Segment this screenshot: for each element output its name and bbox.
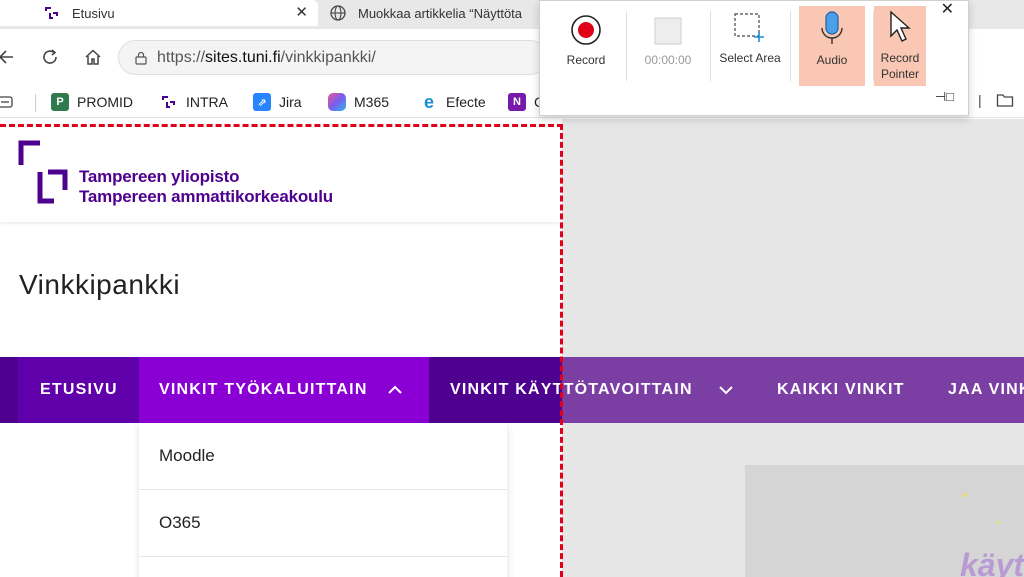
stop-icon — [654, 17, 682, 45]
logo-text-line1[interactable]: Tampereen yliopisto — [79, 167, 239, 187]
tab-muokkaa[interactable]: Muokkaa artikkelia “Näyttöta — [320, 0, 550, 26]
menu-item-vinkit-tyokaluittain[interactable]: VINKIT TYÖKALUITTAIN — [139, 357, 429, 423]
stop-button[interactable]: 00:00:00 — [635, 6, 701, 86]
screen-recorder-toolbar: Record 00:00:00 Select Area Audio Record… — [539, 0, 969, 116]
site-header: Tampereen yliopisto Tampereen ammattikor… — [0, 119, 560, 222]
tuni-logo-icon[interactable] — [18, 138, 70, 204]
microphone-icon — [821, 11, 843, 44]
bookmark-intra[interactable]: INTRA — [160, 92, 228, 112]
jira-icon: ⇗ — [253, 93, 271, 111]
menu-item-kaikki-vinkit[interactable]: KAIKKI VINKIT — [777, 357, 905, 423]
m365-icon — [328, 93, 346, 111]
dropdown-item-o365[interactable]: O365 — [139, 490, 507, 557]
site-title[interactable]: Vinkkipankki — [19, 269, 180, 301]
recording-area-border — [560, 124, 563, 577]
dropdown-item-moodle[interactable]: Moodle — [139, 423, 507, 490]
tab-etusivu[interactable]: Etusivu ✕ — [0, 0, 318, 26]
record-pointer-toggle[interactable]: Record Pointer — [874, 6, 926, 86]
hero-image: käyt — [745, 465, 1024, 577]
separator — [626, 11, 627, 81]
separator — [710, 11, 711, 81]
url-text: https://sites.tuni.fi/vinkkipankki/ — [157, 48, 376, 66]
chevron-down-icon — [718, 382, 733, 398]
menu-item-etusivu[interactable]: ETUSIVU — [18, 357, 140, 423]
bookmark-separator — [35, 94, 36, 112]
tuni-icon — [42, 4, 62, 22]
folder-icon[interactable] — [996, 92, 1014, 111]
record-button[interactable]: Record — [553, 6, 619, 86]
web-page: Tampereen yliopisto Tampereen ammattikor… — [0, 119, 1024, 577]
audio-toggle[interactable]: Audio — [799, 6, 865, 86]
hero-text: käyt — [960, 547, 1024, 577]
onenote-icon: N — [508, 93, 526, 111]
recording-area-border — [0, 124, 563, 127]
chevron-up-icon — [387, 382, 402, 398]
record-icon — [571, 15, 601, 45]
pointer-icon — [890, 10, 911, 42]
select-area-icon — [734, 13, 764, 42]
bookmark-efecte[interactable]: e Efecte — [420, 92, 486, 112]
bookmark-promid[interactable]: P PROMID — [51, 92, 133, 112]
close-icon[interactable]: ✕ — [295, 3, 308, 21]
menu-item-vinkit-kayttotavoittain[interactable]: VINKIT KÄYTTÖTAVOITTAIN — [450, 357, 733, 423]
logo-text-line2[interactable]: Tampereen ammattikorkeakoulu — [79, 187, 333, 207]
tab-title: Muokkaa artikkelia “Näyttöta — [358, 5, 523, 21]
reading-list-icon[interactable] — [0, 92, 14, 112]
edge-icon: e — [423, 91, 434, 112]
refresh-icon[interactable] — [38, 45, 62, 69]
tuni-icon — [160, 93, 178, 111]
bookmark-divider-icon: | — [978, 92, 982, 108]
menu-item-jaa-vinkki[interactable]: JAA VINK — [948, 357, 1024, 423]
separator — [790, 11, 791, 81]
pin-icon[interactable]: ⊣□ — [935, 89, 954, 105]
bookmark-m365[interactable]: M365 — [328, 92, 389, 112]
back-icon[interactable] — [0, 45, 18, 69]
tab-title: Etusivu — [72, 5, 115, 21]
bookmark-jira[interactable]: ⇗ Jira — [253, 92, 302, 112]
lock-icon[interactable] — [133, 50, 149, 66]
globe-icon — [328, 4, 348, 22]
address-bar[interactable]: https://sites.tuni.fi/vinkkipankki/ — [118, 40, 548, 75]
select-area-button[interactable]: Select Area — [717, 6, 783, 86]
home-icon[interactable] — [81, 45, 105, 69]
close-icon[interactable]: ✕ — [941, 0, 954, 19]
dropdown-menu: Moodle O365 — [139, 423, 507, 577]
promid-icon: P — [51, 93, 69, 111]
